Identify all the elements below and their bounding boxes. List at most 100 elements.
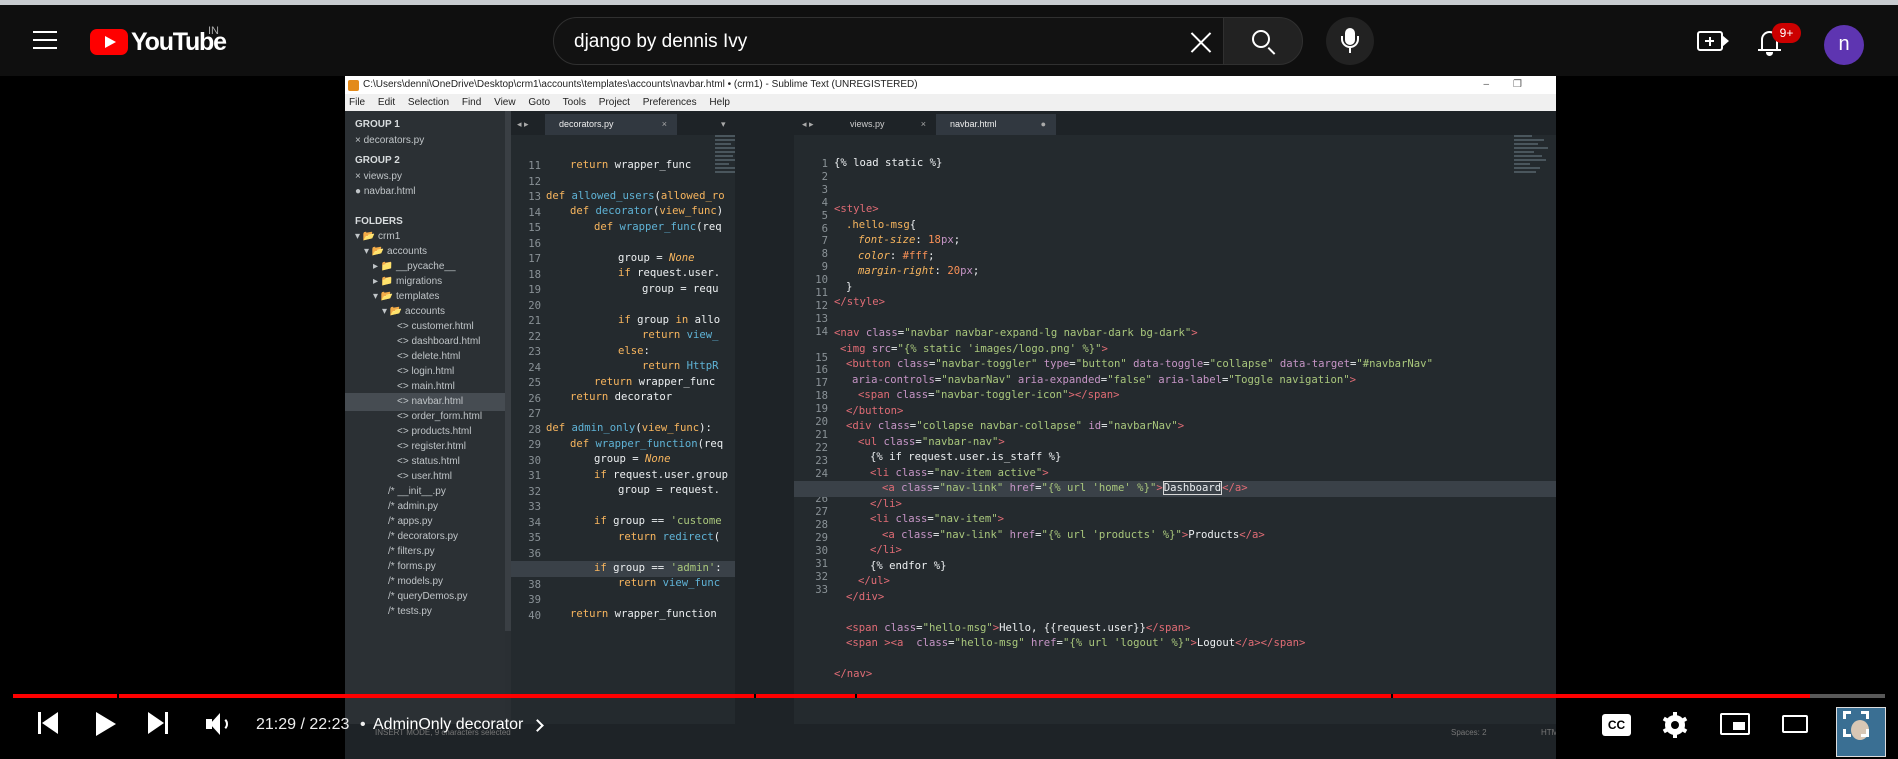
line-number: 31 (815, 557, 828, 570)
line-number: 35 (528, 532, 541, 544)
youtube-header: YouTube IN django by dennis Ivy 9+ n (0, 5, 1898, 76)
line-number: 20 (815, 416, 828, 428)
line-number: 4 (821, 196, 828, 209)
video-player[interactable]: C:\Users\denni\OneDrive\Desktop\crm1\acc… (0, 76, 1898, 759)
menu-tools: Tools (562, 97, 587, 108)
chapter-separator: • (360, 716, 366, 733)
menu-view: View (494, 97, 516, 108)
chapter-marker (855, 694, 857, 698)
line-number: 17 (815, 377, 828, 390)
line-number: 38 (528, 578, 541, 591)
menu-icon[interactable] (33, 31, 57, 49)
line-number: 21 (528, 315, 541, 327)
chapter-marker (117, 694, 119, 698)
modified-dot-icon: ● (1040, 119, 1046, 129)
line-number: 5 (821, 209, 828, 222)
line-number: 16 (815, 364, 828, 377)
play-icon (96, 712, 118, 736)
line-number: 16 (528, 237, 541, 250)
line-number: 3 (821, 183, 828, 196)
fullscreen-button[interactable] (1843, 711, 1869, 737)
sublime-title-text: C:\Users\denni\OneDrive\Desktop\crm1\acc… (363, 79, 918, 90)
menu-preferences: Preferences (642, 97, 697, 108)
theater-mode-button[interactable] (1782, 715, 1808, 733)
country-code: IN (208, 25, 219, 37)
line-number: 28 (815, 519, 828, 532)
line-number: 11 (528, 160, 541, 172)
sublime-menu-bar: File Edit Selection Find View Goto Tools… (345, 94, 1556, 111)
line-number: 28 (528, 423, 541, 436)
miniplayer-button[interactable] (1720, 713, 1750, 735)
line-number: 33 (815, 583, 828, 596)
settings-gear-icon[interactable] (1662, 712, 1688, 738)
sublime-sidebar: GROUP 1 × decorators.py GROUP 2 × views.… (345, 111, 505, 724)
sublime-text-window: C:\Users\denni\OneDrive\Desktop\crm1\acc… (345, 76, 1556, 759)
volume-button[interactable] (206, 712, 232, 736)
line-number: 1 (821, 158, 828, 170)
line-number: 6 (821, 222, 828, 235)
line-number: 25 (528, 377, 541, 389)
line-number: 30 (815, 545, 828, 557)
line-number: 11 (815, 287, 828, 299)
next-video-button[interactable] (148, 712, 168, 734)
progress-played (13, 694, 1811, 698)
open-file-decorators: × decorators.py (355, 135, 425, 146)
status-indent: Spaces: 2 (1451, 728, 1487, 737)
menu-find: Find (461, 97, 482, 108)
editor-pane-right: ◂ ▸ views.py × navbar.html ● 1 2 3 4 5 6 7 8 9 10… (794, 111, 1556, 724)
pane-divider (735, 111, 794, 724)
line-number: 13 (815, 312, 828, 325)
line-number: 22 (528, 330, 541, 343)
line-number: 19 (528, 284, 541, 296)
search-icon (1252, 30, 1270, 48)
youtube-play-logo-icon (90, 29, 128, 55)
line-number: 9 (821, 261, 828, 274)
line-number: 18 (815, 390, 828, 403)
subtitles-button[interactable]: CC (1602, 714, 1631, 736)
search-query-text: django by dennis Ivy (574, 31, 748, 52)
line-number: 32 (528, 485, 541, 498)
sublime-status-bar: INSERT MODE, 9 characters selected Space… (345, 724, 1556, 759)
tab-navbar: navbar.html ● (936, 114, 1056, 135)
line-number: 12 (528, 175, 541, 188)
line-number: 27 (815, 506, 828, 519)
menu-help: Help (709, 97, 730, 108)
line-number: 24 (528, 361, 541, 374)
sublime-title-bar: C:\Users\denni\OneDrive\Desktop\crm1\acc… (345, 76, 1556, 94)
line-number: 39 (528, 594, 541, 606)
line-number: 27 (528, 408, 541, 420)
line-number: 30 (528, 454, 541, 467)
open-file-navbar: ● navbar.html (355, 186, 416, 197)
progress-bar[interactable] (13, 694, 1885, 698)
line-number: 14 (815, 325, 828, 338)
clear-search-icon[interactable] (1190, 31, 1212, 53)
search-button[interactable] (1223, 17, 1303, 65)
line-number: 7 (821, 235, 828, 248)
line-number: 17 (528, 253, 541, 265)
editor-pane-left: ◂ ▸ decorators.py × ▾ 11 12 13 14 15 16 17 18 19… (511, 111, 745, 724)
menu-project: Project (598, 97, 630, 108)
chapter-title[interactable]: AdminOnly decorator (373, 716, 523, 734)
line-number: 20 (528, 299, 541, 312)
line-number: 15 (528, 222, 541, 234)
line-number: 31 (528, 470, 541, 482)
previous-video-button[interactable] (38, 712, 58, 734)
line-number: 23 (528, 346, 541, 358)
left-tabbar: ◂ ▸ decorators.py × ▾ (511, 111, 735, 135)
account-avatar[interactable]: n (1824, 25, 1864, 65)
create-video-icon[interactable] (1697, 31, 1723, 51)
sublime-app-icon (348, 80, 359, 91)
line-number: 2 (821, 170, 828, 183)
menu-file: File (349, 97, 366, 108)
youtube-logo[interactable]: YouTube (90, 27, 227, 57)
line-number: 8 (821, 248, 828, 261)
search-input[interactable]: django by dennis Ivy (553, 17, 1224, 65)
line-number: 24 (815, 467, 828, 480)
line-number: 15 (815, 351, 828, 364)
line-number: 29 (528, 439, 541, 451)
play-button[interactable] (96, 712, 118, 736)
voice-search-button[interactable] (1326, 17, 1374, 65)
line-number: 23 (815, 454, 828, 467)
line-number: 32 (815, 570, 828, 583)
line-number: 18 (528, 268, 541, 281)
